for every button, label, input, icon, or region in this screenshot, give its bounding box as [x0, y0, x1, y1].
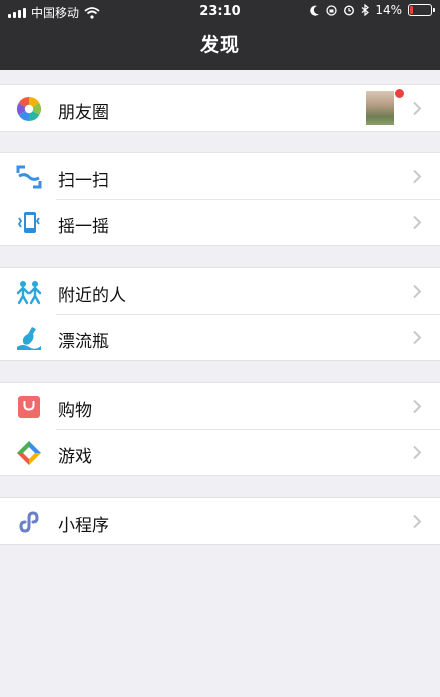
group-nearby-bottle: 附近的人 漂流瓶	[0, 267, 440, 361]
list-item-people-nearby[interactable]: 附近的人	[0, 268, 440, 314]
shake-label: 摇一摇	[58, 217, 109, 237]
people-nearby-icon	[16, 281, 42, 305]
chevron-right-icon	[413, 514, 422, 529]
drift-bottle-label: 漂流瓶	[58, 332, 109, 352]
list-item-drift-bottle[interactable]: 漂流瓶	[0, 314, 440, 360]
list-item-mini-program[interactable]: 小程序	[0, 498, 440, 544]
battery-fill	[410, 6, 413, 14]
moon-icon	[310, 5, 320, 16]
shake-icon	[17, 212, 40, 233]
chevron-right-icon	[413, 330, 422, 345]
moments-thumbnail	[366, 91, 394, 125]
page-title: 发现	[199, 34, 240, 56]
top-bar: 中国移动 23:10 14% 发现	[0, 0, 440, 70]
list-item-games[interactable]: 游戏	[0, 429, 440, 475]
group-moments: 朋友圈	[0, 84, 440, 132]
status-bar: 中国移动 23:10 14%	[0, 0, 440, 22]
battery-icon	[408, 4, 435, 16]
chevron-right-icon	[413, 101, 422, 116]
lock-rotation-icon	[326, 4, 337, 16]
list-item-shopping[interactable]: 购物	[0, 383, 440, 429]
moments-icon	[16, 97, 42, 121]
moments-label: 朋友圈	[58, 103, 109, 123]
group-mini-program: 小程序	[0, 497, 440, 545]
scan-label: 扫一扫	[58, 171, 109, 191]
shopping-label: 购物	[58, 401, 92, 421]
list-item-scan[interactable]: 扫一扫	[0, 153, 440, 199]
chevron-right-icon	[413, 399, 422, 414]
chevron-right-icon	[413, 169, 422, 184]
group-scan-shake: 扫一扫 摇一摇	[0, 152, 440, 246]
people-nearby-label: 附近的人	[58, 286, 126, 306]
battery-percent: 14%	[375, 3, 402, 17]
notification-dot	[395, 89, 404, 98]
bluetooth-icon	[361, 4, 370, 16]
mini-program-label: 小程序	[58, 516, 109, 536]
mini-program-icon	[19, 511, 39, 533]
alarm-icon	[344, 5, 355, 16]
chevron-right-icon	[413, 284, 422, 299]
shopping-bag-icon	[18, 396, 40, 418]
chevron-right-icon	[413, 445, 422, 460]
chevron-right-icon	[413, 215, 422, 230]
games-icon	[17, 441, 41, 465]
list-item-moments[interactable]: 朋友圈	[0, 85, 440, 131]
drift-bottle-icon	[17, 327, 41, 350]
scan-icon	[16, 165, 42, 189]
list-item-shake[interactable]: 摇一摇	[0, 199, 440, 245]
games-label: 游戏	[58, 447, 92, 467]
group-shopping-games: 购物 游戏	[0, 382, 440, 476]
